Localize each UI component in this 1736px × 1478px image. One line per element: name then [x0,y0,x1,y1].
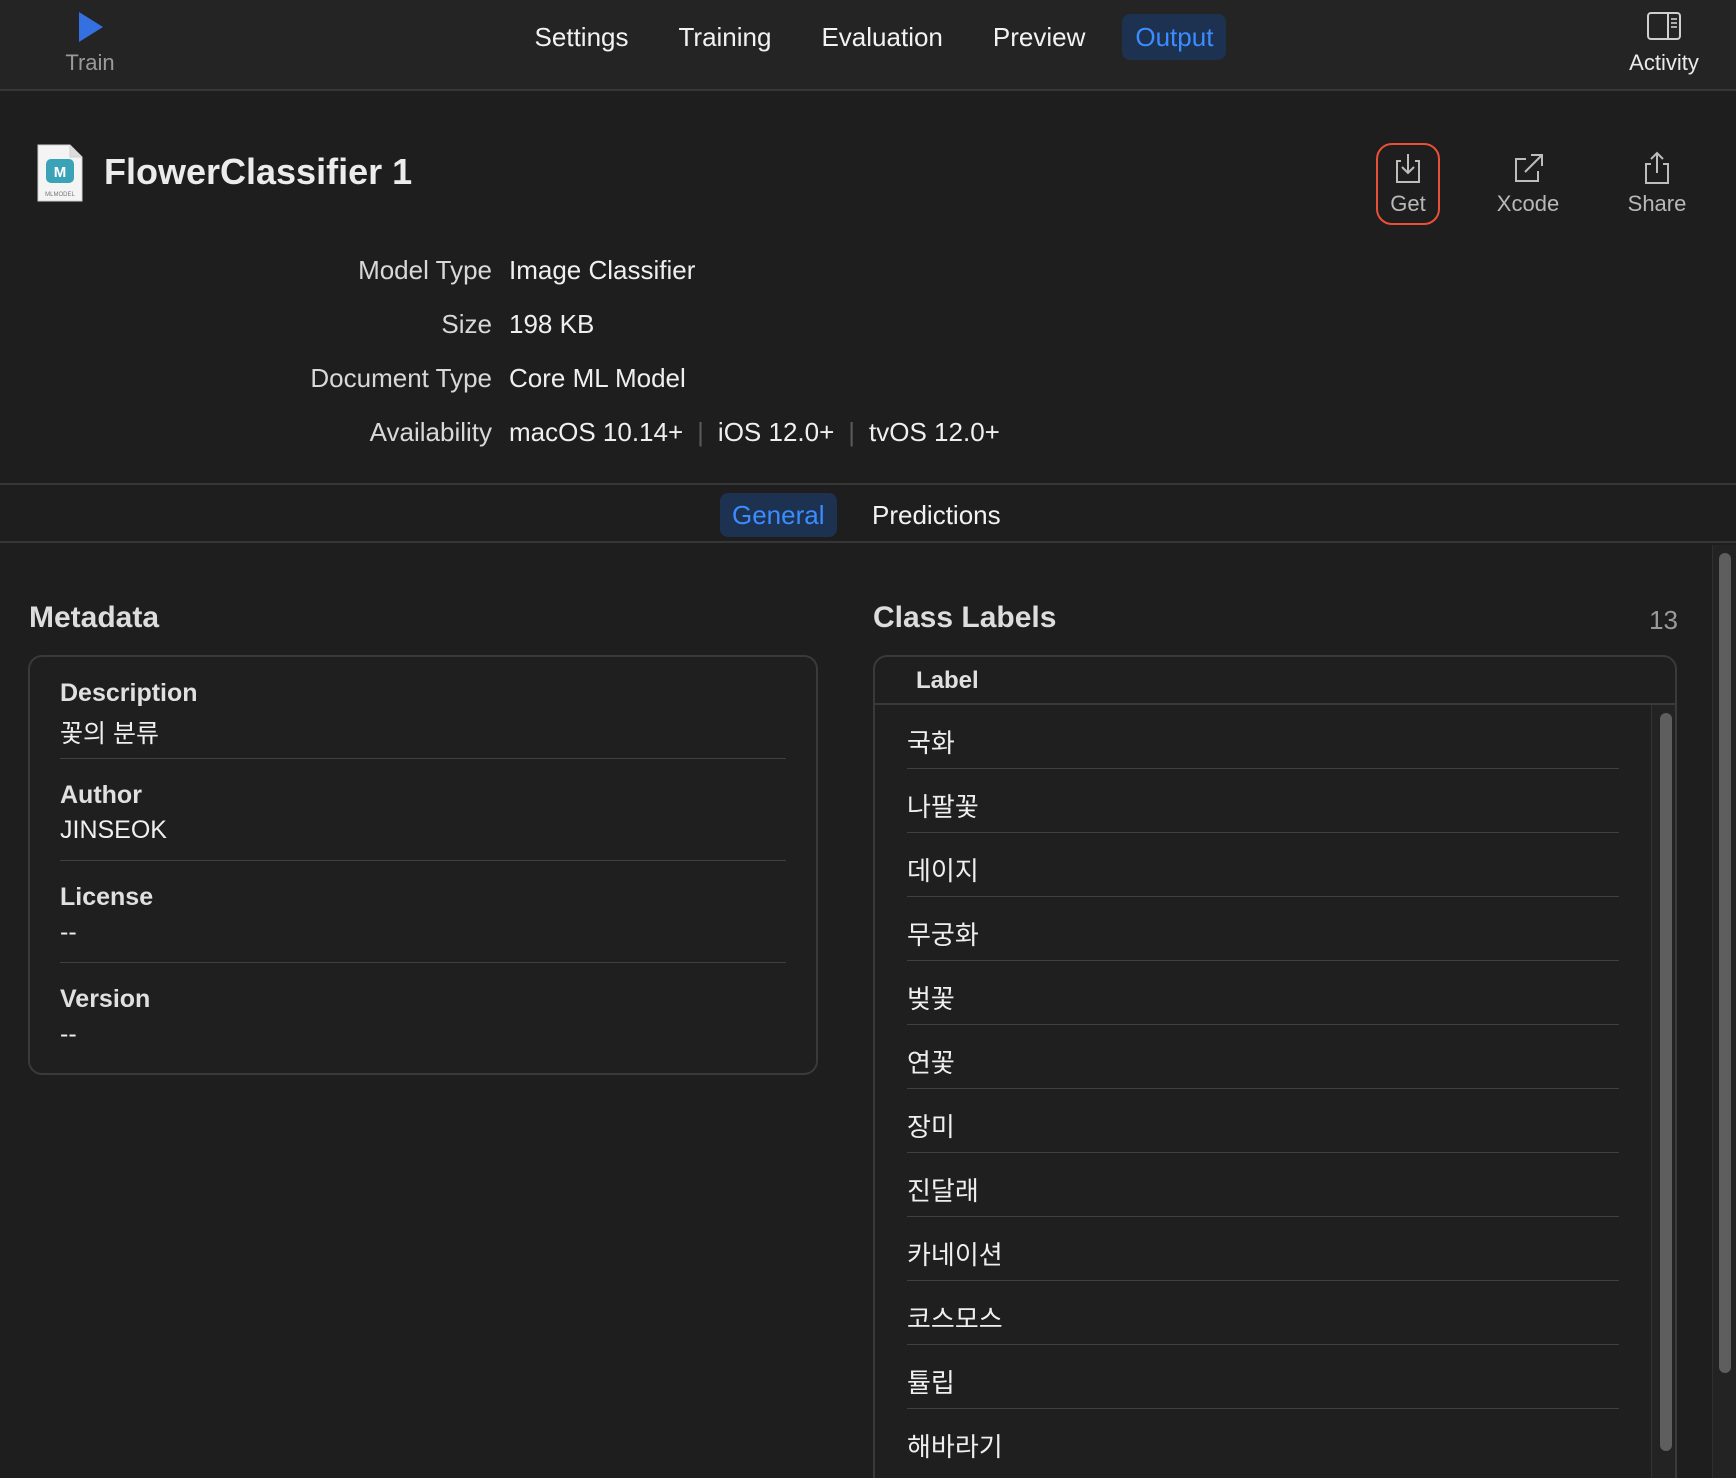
document-type-row: Document Type Core ML Model [0,363,1736,403]
page-scrollbar[interactable] [1712,545,1736,1478]
label-text: 튤립 [907,1369,955,1399]
label-text: 연꽃 [907,1049,955,1079]
tab-preview[interactable]: Preview [980,14,1098,60]
sidebar-panel-icon [1647,12,1681,40]
model-type-key: Model Type [358,255,492,285]
metadata-value: JINSEOK [60,816,167,844]
metadata-description: Description 꽃의 분류 [60,657,786,759]
metadata-version: Version -- [60,963,786,1065]
tab-output[interactable]: Output [1122,14,1227,60]
label-row[interactable]: 장미 [907,1089,1619,1153]
mlmodel-caption: MLMODEL [45,192,75,198]
tab-training[interactable]: Training [666,14,785,60]
labels-scrollbar[interactable] [1651,705,1675,1478]
metadata-value: 꽃의 분류 [60,720,159,748]
metadata-value: -- [60,1020,77,1048]
tab-general[interactable]: General [720,493,837,537]
label-text: 나팔꽃 [907,793,979,823]
open-in-xcode-button[interactable]: Xcode [1495,143,1561,225]
download-icon [1396,154,1420,183]
size-row: Size 198 KB [0,309,1736,349]
activity-button[interactable]: Activity [1622,10,1706,84]
metadata-author: Author JINSEOK [60,759,786,861]
top-toolbar: Train Settings Training Evaluation Previ… [0,0,1736,91]
class-labels-title: Class Labels [873,601,1057,634]
label-row[interactable]: 나팔꽃 [907,769,1619,833]
label-text: 국화 [907,729,955,759]
availability-key: Availability [369,417,492,447]
label-text: 장미 [907,1113,955,1143]
class-labels-count: 13 [1649,605,1678,635]
document-type-key: Document Type [310,363,492,393]
label-text: 해바라기 [907,1433,1003,1463]
label-text: 코스모스 [907,1305,1003,1335]
size-value: 198 KB [509,309,595,339]
svg-text:M: M [54,164,67,181]
metadata-panel: Description 꽃의 분류 Author JINSEOK License… [28,655,818,1075]
label-row[interactable]: 진달래 [907,1153,1619,1217]
label-row[interactable]: 무궁화 [907,897,1619,961]
label-column-header-text: Label [916,667,979,694]
label-text: 무궁화 [907,921,979,951]
label-row[interactable]: 데이지 [907,833,1619,897]
model-type-row: Model Type Image Classifier [0,255,1736,295]
model-name: FlowerClassifier 1 [104,151,413,192]
tab-evaluation[interactable]: Evaluation [808,14,955,60]
label-text: 데이지 [907,857,979,887]
share-button[interactable]: Share [1625,143,1689,225]
metadata-key: License [60,883,154,911]
metadata-key: Description [60,679,198,707]
tab-settings[interactable]: Settings [522,14,642,60]
external-link-icon [1515,154,1543,182]
availability-tvos: tvOS 12.0+ [869,417,1000,447]
activity-label: Activity [1629,50,1699,75]
share-icon [1645,151,1669,184]
metadata-key: Version [60,985,151,1013]
label-row[interactable]: 코스모스 [907,1281,1619,1345]
label-row[interactable]: 카네이션 [907,1217,1619,1281]
model-header: M MLMODEL FlowerClassifier 1 Get Xcode S… [0,93,1736,485]
availability-macos: macOS 10.14+ [509,417,684,447]
labels-scrollbar-thumb[interactable] [1660,713,1672,1451]
get-button[interactable]: Get [1376,143,1440,225]
metadata-key: Author [60,781,142,809]
page-scrollbar-thumb[interactable] [1719,553,1731,1373]
share-label: Share [1627,191,1687,216]
availability-row: Availability macOS 10.14+ | iOS 12.0+ | tvOS… [0,417,1736,457]
detail-tabs: General Predictions [0,487,1736,543]
mlmodel-file-icon: M MLMODEL [37,144,83,202]
main-tabs: Settings Training Evaluation Preview Out… [0,14,1736,60]
tab-predictions[interactable]: Predictions [860,493,1013,537]
label-text: 카네이션 [907,1241,1003,1271]
label-row[interactable]: 연꽃 [907,1025,1619,1089]
document-type-value: Core ML Model [509,363,686,393]
label-text: 벚꽃 [907,985,955,1015]
availability-value: macOS 10.14+ | iOS 12.0+ | tvOS 12.0+ [509,417,1000,448]
label-column-header[interactable]: Label [875,657,1675,705]
separator: | [848,417,856,447]
metadata-value: -- [60,918,77,946]
metadata-license: License -- [60,861,786,963]
xcode-label: Xcode [1496,191,1560,216]
availability-ios: iOS 12.0+ [717,417,835,447]
size-key: Size [441,309,492,339]
label-row[interactable]: 벚꽃 [907,961,1619,1025]
label-row[interactable]: 국화 [907,705,1619,769]
class-labels-table: Label 국화 나팔꽃 데이지 무궁화 벚꽃 연꽃 장미 진달래 카네이션 코… [873,655,1677,1478]
metadata-title: Metadata [29,601,160,634]
get-label: Get [1390,191,1426,216]
model-type-value: Image Classifier [509,255,696,285]
label-row[interactable]: 튤립 [907,1345,1619,1409]
label-row[interactable]: 해바라기 [907,1409,1619,1473]
separator: | [697,417,704,447]
label-text: 진달래 [907,1177,979,1207]
